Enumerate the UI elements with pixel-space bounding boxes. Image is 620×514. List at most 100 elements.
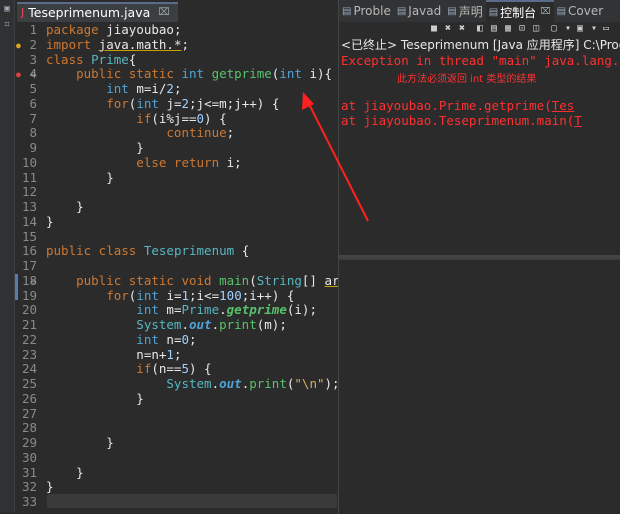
- code-token: (n==: [151, 361, 182, 377]
- code-line[interactable]: 31 }: [15, 464, 337, 481]
- code-token: public static void: [46, 272, 220, 288]
- fold-icon[interactable]: ⊖: [31, 70, 36, 79]
- code-line[interactable]: 15: [15, 229, 337, 245]
- code-line[interactable]: 20 int m=Prime.getprime(i);: [15, 302, 337, 318]
- line-number: 8: [29, 125, 37, 141]
- code-token: for: [46, 95, 129, 111]
- close-tab-icon[interactable]: ⌧: [540, 7, 550, 17]
- code-token: getprime: [211, 66, 272, 82]
- code-line[interactable]: 4 public static int getprime(int i){: [15, 66, 337, 82]
- code-token: class: [46, 51, 92, 67]
- stack-trace-link-1[interactable]: Tes: [552, 98, 575, 113]
- tab-declaration[interactable]: ▤ 声明: [444, 0, 485, 22]
- show-stdout-icon[interactable]: ◫: [533, 23, 539, 34]
- code-editor[interactable]: 1 package jiayoubao; 2 import java.math.*; 3…: [15, 22, 377, 512]
- code-token: i: [309, 66, 317, 82]
- dropdown-icon[interactable]: ▾: [565, 23, 571, 34]
- code-line[interactable]: 17: [15, 258, 337, 274]
- code-token: []: [301, 272, 325, 288]
- remove-all-icon[interactable]: ✖: [459, 23, 465, 34]
- display-console-icon[interactable]: ▢: [551, 23, 557, 34]
- code-line[interactable]: 21 System.out.print(m);: [15, 317, 337, 333]
- code-line[interactable]: 11 }: [15, 170, 337, 186]
- code-text: class Prime{: [46, 51, 136, 68]
- code-line[interactable]: 13 }: [15, 199, 337, 215]
- code-token: ;: [226, 125, 235, 141]
- code-line[interactable]: 18 public static void main(String[] args…: [15, 272, 377, 289]
- tab-javadoc[interactable]: ▤ Javad: [394, 0, 444, 22]
- code-token: int: [279, 66, 310, 82]
- code-line[interactable]: 8 continue;: [15, 125, 337, 141]
- terminate-icon[interactable]: ■: [431, 23, 437, 34]
- code-token: ;: [189, 331, 197, 347]
- code-token: n=: [166, 331, 182, 347]
- code-line[interactable]: 16 public class Teseprimenum {: [15, 243, 337, 259]
- restore-icon[interactable]: ▣: [2, 4, 12, 14]
- editor-tab-bar: J Teseprimenum.java ⌧: [15, 0, 337, 23]
- code-line[interactable]: 1 package jiayoubao;: [15, 22, 337, 38]
- code-text: }: [46, 435, 114, 451]
- code-text: package jiayoubao;: [46, 22, 182, 38]
- code-line[interactable]: 28: [15, 420, 337, 436]
- code-token: Teseprimenum: [143, 243, 242, 259]
- code-line[interactable]: 29 }: [15, 435, 337, 451]
- code-line[interactable]: 9 }: [15, 140, 337, 156]
- warning-marker-icon[interactable]: ●: [16, 41, 21, 50]
- code-line[interactable]: 24 if(n==5) {: [15, 361, 337, 377]
- code-token: int: [46, 81, 137, 96]
- code-line[interactable]: 5 int m=i/2;: [15, 81, 337, 97]
- pin-console-icon[interactable]: ⊡: [519, 23, 525, 34]
- tab-console[interactable]: ▤ 控制台 ⌧: [485, 0, 554, 22]
- code-token: m=: [166, 302, 182, 318]
- tab-label: 声明: [458, 4, 483, 19]
- open-dropdown-icon[interactable]: ▾: [591, 23, 597, 34]
- code-line[interactable]: 23 n=n+1;: [15, 347, 337, 363]
- code-line[interactable]: 10 else return i;: [15, 155, 337, 171]
- close-tab-icon[interactable]: ⌧: [158, 3, 170, 23]
- code-token: .: [219, 302, 227, 318]
- remove-launch-icon[interactable]: ✖: [445, 23, 451, 34]
- error-marker-icon[interactable]: ●: [16, 70, 21, 79]
- fold-icon[interactable]: ⊖: [31, 277, 36, 286]
- hierarchy-icon[interactable]: ⌗: [2, 20, 12, 30]
- code-token: }: [46, 464, 84, 480]
- code-line[interactable]: 14}: [15, 214, 337, 230]
- code-line[interactable]: 25 System.out.print("\n");: [15, 376, 340, 392]
- code-line[interactable]: 32}: [15, 479, 337, 495]
- clear-console-icon[interactable]: ◧: [477, 23, 483, 34]
- minimize-icon[interactable]: ▭: [603, 23, 609, 34]
- code-text: }: [46, 479, 54, 495]
- scroll-lock-icon[interactable]: ▤: [491, 23, 497, 34]
- code-token: import: [46, 36, 99, 52]
- code-token: jiayoubao;: [106, 22, 182, 37]
- line-number: 21: [21, 317, 37, 332]
- code-line[interactable]: 7 if(i%j==0) {: [15, 110, 337, 127]
- code-line[interactable]: 2 import java.math.*;: [15, 36, 337, 53]
- code-text: int m=Prime.getprime(i);: [46, 302, 317, 318]
- code-token: ;i<=: [189, 287, 220, 303]
- code-token: 0: [196, 110, 205, 126]
- code-line[interactable]: 3 class Prime{: [15, 51, 337, 68]
- horizontal-scrollbar[interactable]: [47, 494, 337, 508]
- code-line[interactable]: 26 }: [15, 391, 337, 407]
- editor-tab[interactable]: J Teseprimenum.java ⌧: [17, 2, 178, 22]
- tab-coverage[interactable]: ▤ Cover: [554, 0, 607, 22]
- tab-label: Cover: [568, 4, 604, 18]
- code-line[interactable]: 22 int n=0;: [15, 331, 337, 348]
- code-line[interactable]: 6 for(int j=2;j<=m;j++) {: [15, 95, 337, 112]
- code-text: public class Teseprimenum {: [46, 243, 249, 259]
- declaration-icon: ▤: [447, 5, 457, 17]
- code-token: 2: [166, 81, 174, 96]
- code-line[interactable]: 12: [15, 184, 337, 200]
- line-number: 17: [21, 258, 37, 273]
- open-console-icon[interactable]: ▣: [577, 23, 583, 34]
- code-line[interactable]: 27: [15, 406, 337, 422]
- stack-trace-link-2[interactable]: T: [574, 113, 582, 128]
- code-line[interactable]: 30: [15, 450, 337, 466]
- code-token: i=: [166, 287, 182, 303]
- code-token: 1: [181, 287, 190, 303]
- code-line[interactable]: 19 for(int i=1;i<=100;i++) {: [15, 287, 337, 304]
- code-text: }: [46, 199, 84, 215]
- tab-problems[interactable]: ▤ Proble: [339, 0, 394, 22]
- word-wrap-icon[interactable]: ▦: [505, 23, 511, 34]
